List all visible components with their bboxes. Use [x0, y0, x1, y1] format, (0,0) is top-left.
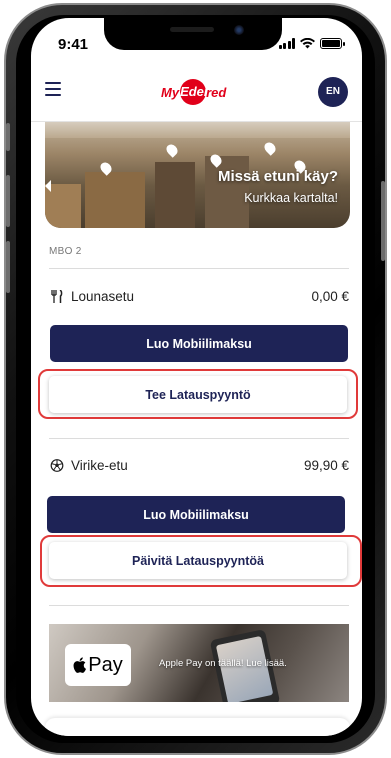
app-header: My Eden red EN [31, 64, 362, 122]
soccer-ball-icon [50, 458, 64, 472]
silent-switch [6, 123, 10, 151]
map-banner-title: Missä etuni käy? [217, 168, 338, 185]
volume-down-button [6, 241, 10, 293]
create-mobile-payment-button[interactable]: Luo Mobiilimaksu [50, 325, 348, 362]
phone-notch [104, 18, 282, 50]
map-banner-subtitle: Kurkkaa kartalta! [244, 191, 338, 205]
create-mobile-payment-button[interactable]: Luo Mobiilimaksu [47, 496, 345, 533]
divider [49, 268, 349, 269]
benefit-amount: 0,00 € [311, 288, 349, 304]
divider [49, 605, 349, 606]
benefit-row-virike-etu: Virike-etu 99,90 € [49, 453, 349, 477]
map-pin-icon [262, 140, 278, 156]
fork-knife-icon [51, 289, 63, 303]
apple-pay-badge: Pay [65, 644, 131, 686]
map-banner[interactable]: Missä etuni käy? Kurkkaa kartalta! [45, 122, 350, 228]
status-icons [278, 38, 345, 49]
signal-icon [278, 38, 295, 49]
benefit-name: Virike-etu [71, 457, 128, 473]
load-request-button[interactable]: Tee Latauspyyntö [49, 376, 347, 413]
benefit-name: Lounasetu [71, 288, 135, 304]
menu-icon[interactable] [45, 82, 61, 96]
language-button[interactable]: EN [318, 77, 348, 107]
volume-up-button [6, 175, 10, 227]
apple-pay-label: Pay [88, 653, 123, 676]
camera-icon [234, 25, 244, 35]
apple-pay-banner[interactable]: Pay Apple Pay on täällä! Lue lisää. [49, 624, 349, 702]
section-label: MBO 2 [49, 246, 82, 257]
apple-icon [73, 657, 87, 673]
carousel-prev-icon[interactable] [45, 180, 51, 192]
map-pin-icon [164, 142, 180, 158]
myedenred-logo: My Eden red [161, 79, 226, 105]
phone-screen: 9:41 My Eden red EN Missä etuni käy? Kur… [31, 18, 362, 736]
benefit-row-lounasetu: Lounasetu 0,00 € [49, 284, 349, 308]
wifi-icon [300, 38, 315, 49]
divider [49, 438, 349, 439]
apple-pay-text: Apple Pay on täällä! Lue lisää. [159, 658, 287, 669]
benefit-amount: 99,90 € [303, 457, 349, 473]
status-time: 9:41 [58, 36, 89, 53]
next-card [45, 718, 350, 736]
update-load-request-button[interactable]: Päivitä Latauspyyntöä [49, 542, 347, 579]
battery-icon [320, 38, 345, 49]
power-button [381, 181, 385, 261]
